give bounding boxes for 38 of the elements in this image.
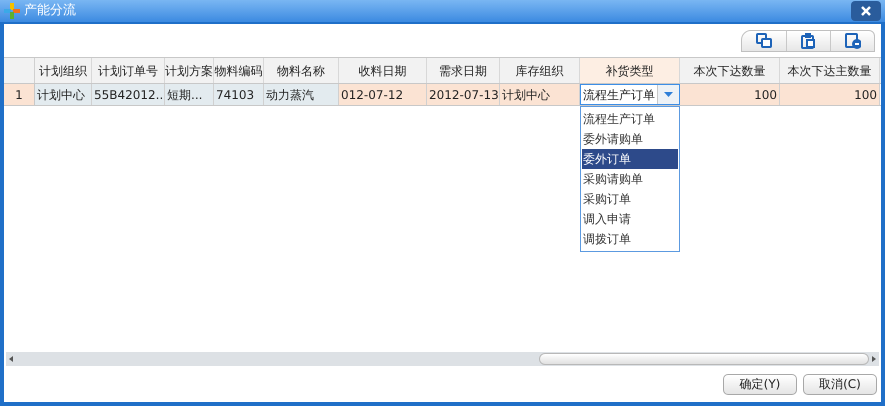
- table-cell: 2012-07-13: [427, 84, 500, 105]
- column-header[interactable]: 补货类型: [580, 58, 680, 83]
- row-number: 1: [4, 84, 35, 105]
- column-header[interactable]: 收料日期: [339, 58, 427, 83]
- table-cell: 012-07-12: [339, 84, 427, 105]
- dropdown-option[interactable]: 采购请购单: [582, 169, 678, 189]
- table-cell: 计划中心: [35, 84, 92, 105]
- column-header[interactable]: 计划订单号: [92, 58, 165, 83]
- table-cell: 55B42012...: [92, 84, 165, 105]
- cancel-button[interactable]: 取消(C): [803, 374, 877, 394]
- table-cell: 100: [680, 84, 780, 105]
- table-cell: 短期...: [165, 84, 214, 105]
- column-header[interactable]: 物料编码: [214, 58, 264, 83]
- dropdown-option[interactable]: 调入申请: [582, 209, 678, 229]
- column-header[interactable]: 本次下达主数量: [780, 58, 880, 83]
- app-logo-icon: [4, 3, 20, 19]
- column-header[interactable]: 需求日期: [427, 58, 500, 83]
- column-header[interactable]: 计划组织: [35, 58, 92, 83]
- dropdown-option[interactable]: 流程生产订单: [582, 109, 678, 129]
- table-cell: 74103: [214, 84, 264, 105]
- dropdown-option[interactable]: 委外请购单: [582, 129, 678, 149]
- table-cell: 计划中心: [500, 84, 580, 105]
- type-select[interactable]: 流程生产订单: [580, 84, 680, 105]
- horizontal-scrollbar[interactable]: [6, 352, 879, 366]
- column-header[interactable]: 本次下达数量: [680, 58, 780, 83]
- close-button[interactable]: [851, 1, 881, 21]
- column-header[interactable]: 物料名称: [264, 58, 339, 83]
- window-title: 产能分流: [24, 2, 76, 20]
- dropdown-option[interactable]: 采购订单: [582, 189, 678, 209]
- dropdown-option[interactable]: 委外订单: [582, 149, 678, 169]
- dropdown-option[interactable]: 调拨订单: [582, 229, 678, 249]
- scroll-thumb[interactable]: [539, 353, 869, 365]
- column-header[interactable]: 计划方案: [165, 58, 214, 83]
- table-cell: 动力蒸汽: [264, 84, 339, 105]
- close-icon: [861, 6, 871, 16]
- ok-button[interactable]: 确定(Y): [723, 374, 797, 394]
- caret-icon: [664, 92, 673, 97]
- table-cell: 100: [780, 84, 880, 105]
